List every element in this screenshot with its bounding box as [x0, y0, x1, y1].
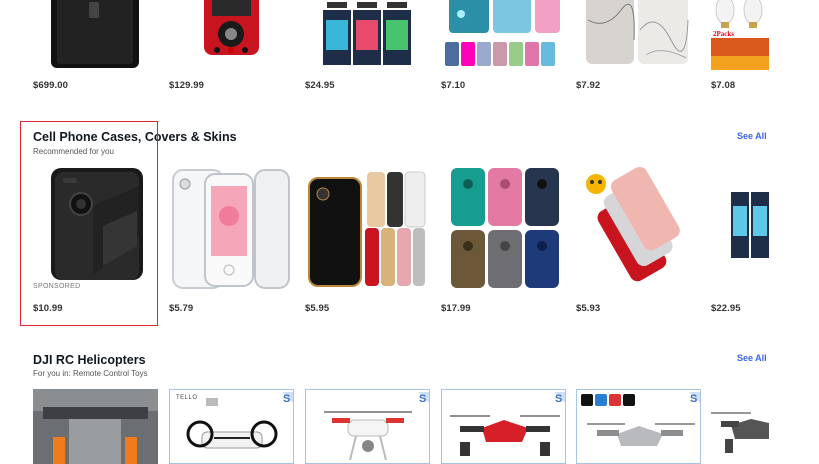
product-price: $10.99 [33, 303, 63, 314]
see-all-link[interactable]: See All [737, 131, 767, 141]
glitter-cases-image[interactable] [441, 0, 566, 70]
product-price: $24.95 [305, 80, 335, 91]
black-rugged-case-image[interactable] [33, 166, 158, 280]
product-price: $129.99 [169, 80, 205, 91]
phone-case-packs-image[interactable] [305, 0, 430, 70]
led-bulbs-image[interactable]: 2Packs [711, 0, 769, 70]
rose-gold-cases-image[interactable] [576, 166, 701, 292]
dark-drone-image[interactable] [711, 389, 769, 464]
color-cases-image[interactable] [305, 166, 430, 292]
sponsored-label: SPONSORED [33, 283, 81, 290]
clear-case-image[interactable] [169, 166, 294, 292]
svg-text:S: S [419, 393, 426, 405]
black-phone-image[interactable] [33, 0, 158, 70]
product-price: $5.95 [305, 303, 330, 314]
product-price: $7.10 [441, 80, 466, 91]
red-multimeter-image[interactable] [169, 0, 294, 70]
product-price: $17.99 [441, 303, 471, 314]
product-price: $22.95 [711, 303, 741, 314]
white-drone-image[interactable]: S [305, 389, 430, 464]
red-drone-image[interactable]: S [441, 389, 566, 464]
marble-case-image[interactable] [576, 0, 701, 70]
product-price: $5.93 [576, 303, 601, 314]
svg-text:S: S [690, 393, 697, 405]
orange-drone-image[interactable] [33, 389, 158, 464]
product-price: $5.79 [169, 303, 194, 314]
see-all-link[interactable]: See All [737, 353, 767, 363]
tello-label: TELLO [176, 395, 198, 401]
case-pack-image[interactable] [711, 166, 769, 292]
otterbox-cases-image[interactable] [441, 166, 566, 292]
section-title[interactable]: DJI RC Helicopters [33, 353, 146, 367]
svg-text:S: S [555, 393, 562, 405]
product-price: $7.08 [711, 80, 736, 91]
two-packs-badge: 2Packs [713, 30, 734, 38]
product-price: $7.92 [576, 80, 601, 91]
section-subtitle: For you in: Remote Control Toys [33, 369, 148, 378]
tello-drone-image[interactable]: S TELLO [169, 389, 294, 464]
product-price: $699.00 [33, 80, 69, 91]
svg-text:S: S [283, 393, 290, 405]
grey-drone-image[interactable]: S [576, 389, 701, 464]
